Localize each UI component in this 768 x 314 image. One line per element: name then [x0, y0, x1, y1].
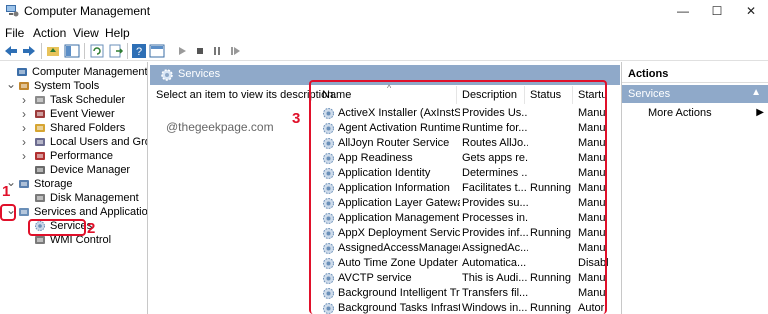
toolbar-separator: [84, 43, 85, 59]
tree-item-label: Storage: [34, 178, 73, 190]
menu-action[interactable]: Action: [33, 26, 66, 40]
tree-item-label: Task Scheduler: [50, 94, 126, 106]
start-service-icon[interactable]: [174, 43, 190, 59]
tree-item-label: Event Viewer: [50, 108, 115, 120]
menu-bar: File Action View Help: [0, 22, 768, 42]
annotation-number-1: 1: [2, 183, 11, 200]
tree-item-label: System Tools: [34, 80, 100, 92]
toolbar-separator: [41, 43, 42, 59]
tree-item-label: Disk Management: [50, 192, 139, 204]
annotation-box-services-list: [309, 80, 607, 314]
expand-arrow-icon[interactable]: ›: [22, 93, 30, 107]
properties-icon[interactable]: [149, 43, 165, 59]
performance-icon: [35, 152, 45, 160]
export-list-icon[interactable]: [108, 43, 124, 59]
clock-icon: [35, 96, 45, 104]
window-title: Computer Management: [24, 4, 151, 18]
expand-arrow-icon[interactable]: ›: [22, 121, 30, 135]
stop-service-icon[interactable]: [192, 43, 208, 59]
expand-arrow-icon[interactable]: ›: [22, 107, 30, 121]
users-icon: [35, 138, 45, 146]
folder-icon: [35, 124, 45, 132]
computer-icon: [17, 68, 27, 76]
toolbar-separator: [127, 43, 128, 59]
collapse-icon[interactable]: ▲: [751, 87, 761, 98]
actions-title: Actions: [622, 65, 768, 83]
tree-item-label: Computer Management (Local: [32, 66, 148, 78]
annotation-box-expand: [0, 204, 16, 221]
menu-view[interactable]: View: [73, 26, 99, 40]
gear-icon: [161, 69, 173, 81]
event-icon: [35, 110, 45, 118]
collapse-arrow-icon[interactable]: ⌄: [6, 78, 16, 93]
tree-item-label: Device Manager: [50, 164, 131, 176]
disk-icon: [35, 194, 45, 202]
resume-service-icon[interactable]: [227, 43, 243, 59]
tree-item-label: Local Users and Groups: [50, 136, 147, 148]
services-apps-icon: [19, 208, 29, 216]
back-icon[interactable]: [3, 43, 19, 59]
title-bar: Computer Management — ☐ ✕: [0, 0, 768, 22]
annotation-number-2: 2: [87, 220, 96, 237]
up-folder-icon[interactable]: [45, 43, 61, 59]
device-icon: [35, 166, 45, 174]
services-pane-title: Services: [178, 68, 221, 80]
storage-icon: [19, 180, 29, 188]
show-hide-tree-icon[interactable]: [64, 43, 80, 59]
toolbar: ?: [0, 41, 768, 61]
tree-item-label: Services and Applications: [34, 206, 148, 218]
refresh-icon[interactable]: [89, 43, 105, 59]
annotation-box-services: [28, 219, 86, 236]
console-tree: Computer Management (Local ⌄ System Tools ›…: [0, 62, 148, 314]
actions-section-services[interactable]: Services ▲: [622, 85, 768, 103]
tools-icon: [19, 82, 29, 90]
expand-arrow-icon[interactable]: ›: [22, 135, 30, 149]
pause-service-icon[interactable]: [209, 43, 225, 59]
computer-management-icon: [6, 5, 19, 17]
submenu-arrow-icon: ▶: [756, 107, 764, 118]
help-icon[interactable]: ?: [131, 43, 147, 59]
expand-arrow-icon[interactable]: ›: [22, 149, 30, 163]
annotation-number-3: 3: [292, 110, 301, 127]
actions-section-label: Services: [628, 88, 671, 100]
watermark: @thegeekpage.com: [166, 120, 274, 134]
svg-text:?: ?: [136, 46, 142, 58]
tree-item-label: Shared Folders: [50, 122, 126, 134]
close-button[interactable]: ✕: [728, 0, 768, 22]
more-actions[interactable]: More Actions: [648, 107, 712, 119]
menu-file[interactable]: File: [5, 26, 24, 40]
tree-item-label: Performance: [50, 150, 113, 162]
menu-help[interactable]: Help: [105, 26, 130, 40]
forward-icon[interactable]: [21, 43, 37, 59]
actions-pane: Actions Services ▲ More Actions ▶: [621, 62, 768, 314]
